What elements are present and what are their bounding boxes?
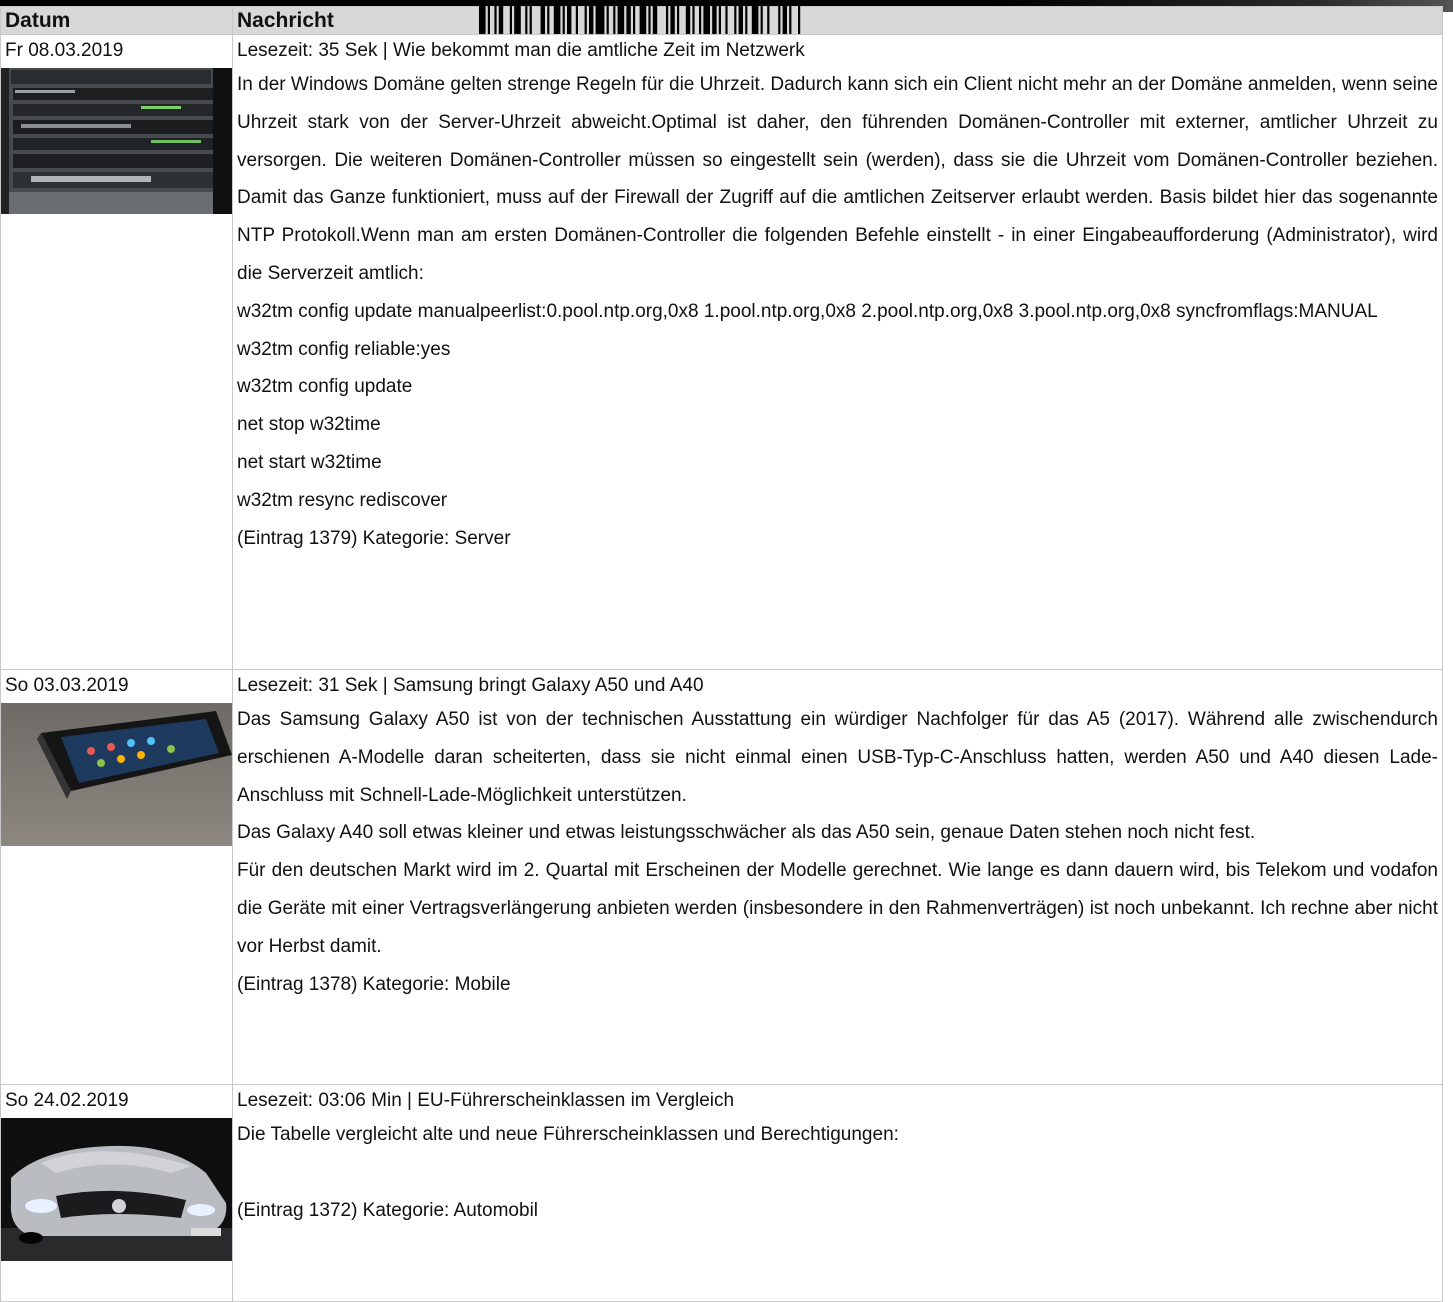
entry-date: So 24.02.2019 [5,1090,129,1111]
entry-paragraph: w32tm config update manualpeerlist:0.poo… [237,300,1378,322]
entry-paragraph: net stop w32time [237,414,381,436]
table-row: Fr 08.03.2019 Lesezeit: 35 Sek | Wie bek… [0,34,1443,670]
entry-paragraph: w32tm resync rediscover [237,489,448,511]
table-row: So 24.02.2019 Lesezeit: 03:06 Min | EU-F… [0,1084,1443,1302]
entry-date: So 03.03.2019 [5,675,129,696]
entry-date: Fr 08.03.2019 [5,40,124,61]
message-cell: Lesezeit: 35 Sek | Wie bekommt man die a… [232,34,1443,670]
message-cell: Lesezeit: 31 Sek | Samsung bringt Galaxy… [232,669,1443,1085]
entry-paragraph: net start w32time [237,451,382,473]
entry-paragraph: Das Galaxy A40 soll etwas kleiner und et… [237,822,1256,844]
message-cell: Lesezeit: 03:06 Min | EU-Führerscheinkla… [232,1084,1443,1302]
barcode-icon [479,6,801,34]
header-date: Datum [0,6,233,35]
table-row: So 03.03.2019 Lesezeit: 31 Sek | Samsung… [0,669,1443,1085]
entry-paragraph: Das Samsung Galaxy A50 ist von der techn… [237,709,1438,806]
entry-title[interactable]: Lesezeit: 31 Sek | Samsung bringt Galaxy… [237,670,1438,701]
entry-paragraph [237,1154,1438,1192]
smartphone-photo-icon[interactable] [1,703,232,846]
entry-title[interactable]: Lesezeit: 35 Sek | Wie bekommt man die a… [237,35,1438,66]
news-table: Datum Nachricht Fr 08.03.2019 Lesezeit: … [0,6,1443,1302]
date-cell: So 24.02.2019 [0,1084,233,1302]
entry-title[interactable]: Lesezeit: 03:06 Min | EU-Führerscheinkla… [237,1085,1438,1116]
date-cell: So 03.03.2019 [0,669,233,1085]
entry-footer[interactable]: (Eintrag 1379) Kategorie: Server [237,520,1438,558]
entry-paragraph: Die Tabelle vergleicht alte und neue Füh… [237,1124,899,1145]
date-cell: Fr 08.03.2019 [0,34,233,670]
entry-paragraph: w32tm config reliable:yes [237,338,451,360]
entry-paragraph: In der Windows Domäne gelten strenge Reg… [237,74,1438,284]
entry-paragraph: w32tm config update [237,376,413,398]
entry-paragraph: Für den deutschen Markt wird im 2. Quart… [237,860,1438,957]
entry-footer[interactable]: (Eintrag 1372) Kategorie: Automobil [237,1192,1438,1230]
server-rack-photo-icon[interactable] [1,68,232,214]
car-photo-icon[interactable] [1,1118,232,1261]
entry-footer[interactable]: (Eintrag 1378) Kategorie: Mobile [237,966,1438,1004]
